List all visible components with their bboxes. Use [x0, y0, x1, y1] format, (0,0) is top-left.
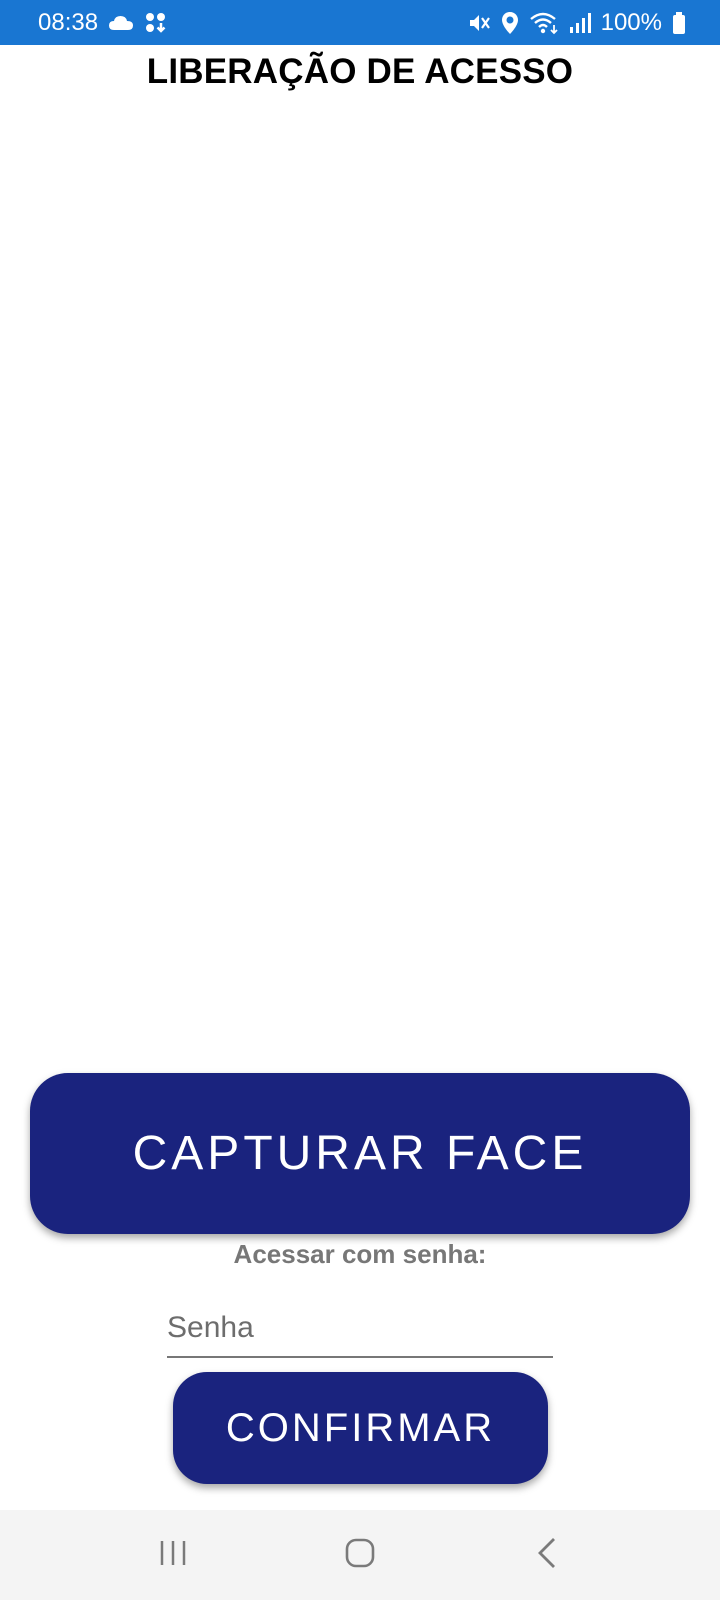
wifi-icon: [529, 11, 559, 35]
password-field[interactable]: [167, 1306, 553, 1358]
apps-download-icon: [144, 11, 168, 35]
recent-apps-button[interactable]: [128, 1520, 218, 1590]
recent-apps-icon: [158, 1538, 188, 1573]
page-title: LIBERAÇÃO DE ACESSO: [146, 52, 574, 91]
camera-preview: [0, 100, 720, 1050]
status-right: 100%: [467, 9, 686, 37]
status-left: 08:38: [38, 9, 168, 37]
signal-icon: [569, 12, 591, 34]
home-button[interactable]: [315, 1520, 405, 1590]
mute-vibrate-icon: [467, 11, 491, 35]
back-icon: [535, 1536, 559, 1575]
status-bar: 08:38 100%: [0, 0, 720, 45]
password-prompt: Acessar com senha:: [233, 1239, 487, 1269]
capture-face-button[interactable]: CAPTURAR FACE: [30, 1073, 690, 1234]
back-button[interactable]: [502, 1520, 592, 1590]
location-icon: [501, 11, 519, 35]
battery-percent: 100%: [600, 8, 662, 36]
battery-icon: [672, 11, 686, 35]
cloud-icon: [108, 14, 134, 32]
home-icon: [344, 1537, 376, 1574]
confirm-button[interactable]: CONFIRMAR: [173, 1372, 548, 1484]
navigation-bar: [0, 1510, 720, 1600]
status-time: 08:38: [38, 8, 99, 36]
